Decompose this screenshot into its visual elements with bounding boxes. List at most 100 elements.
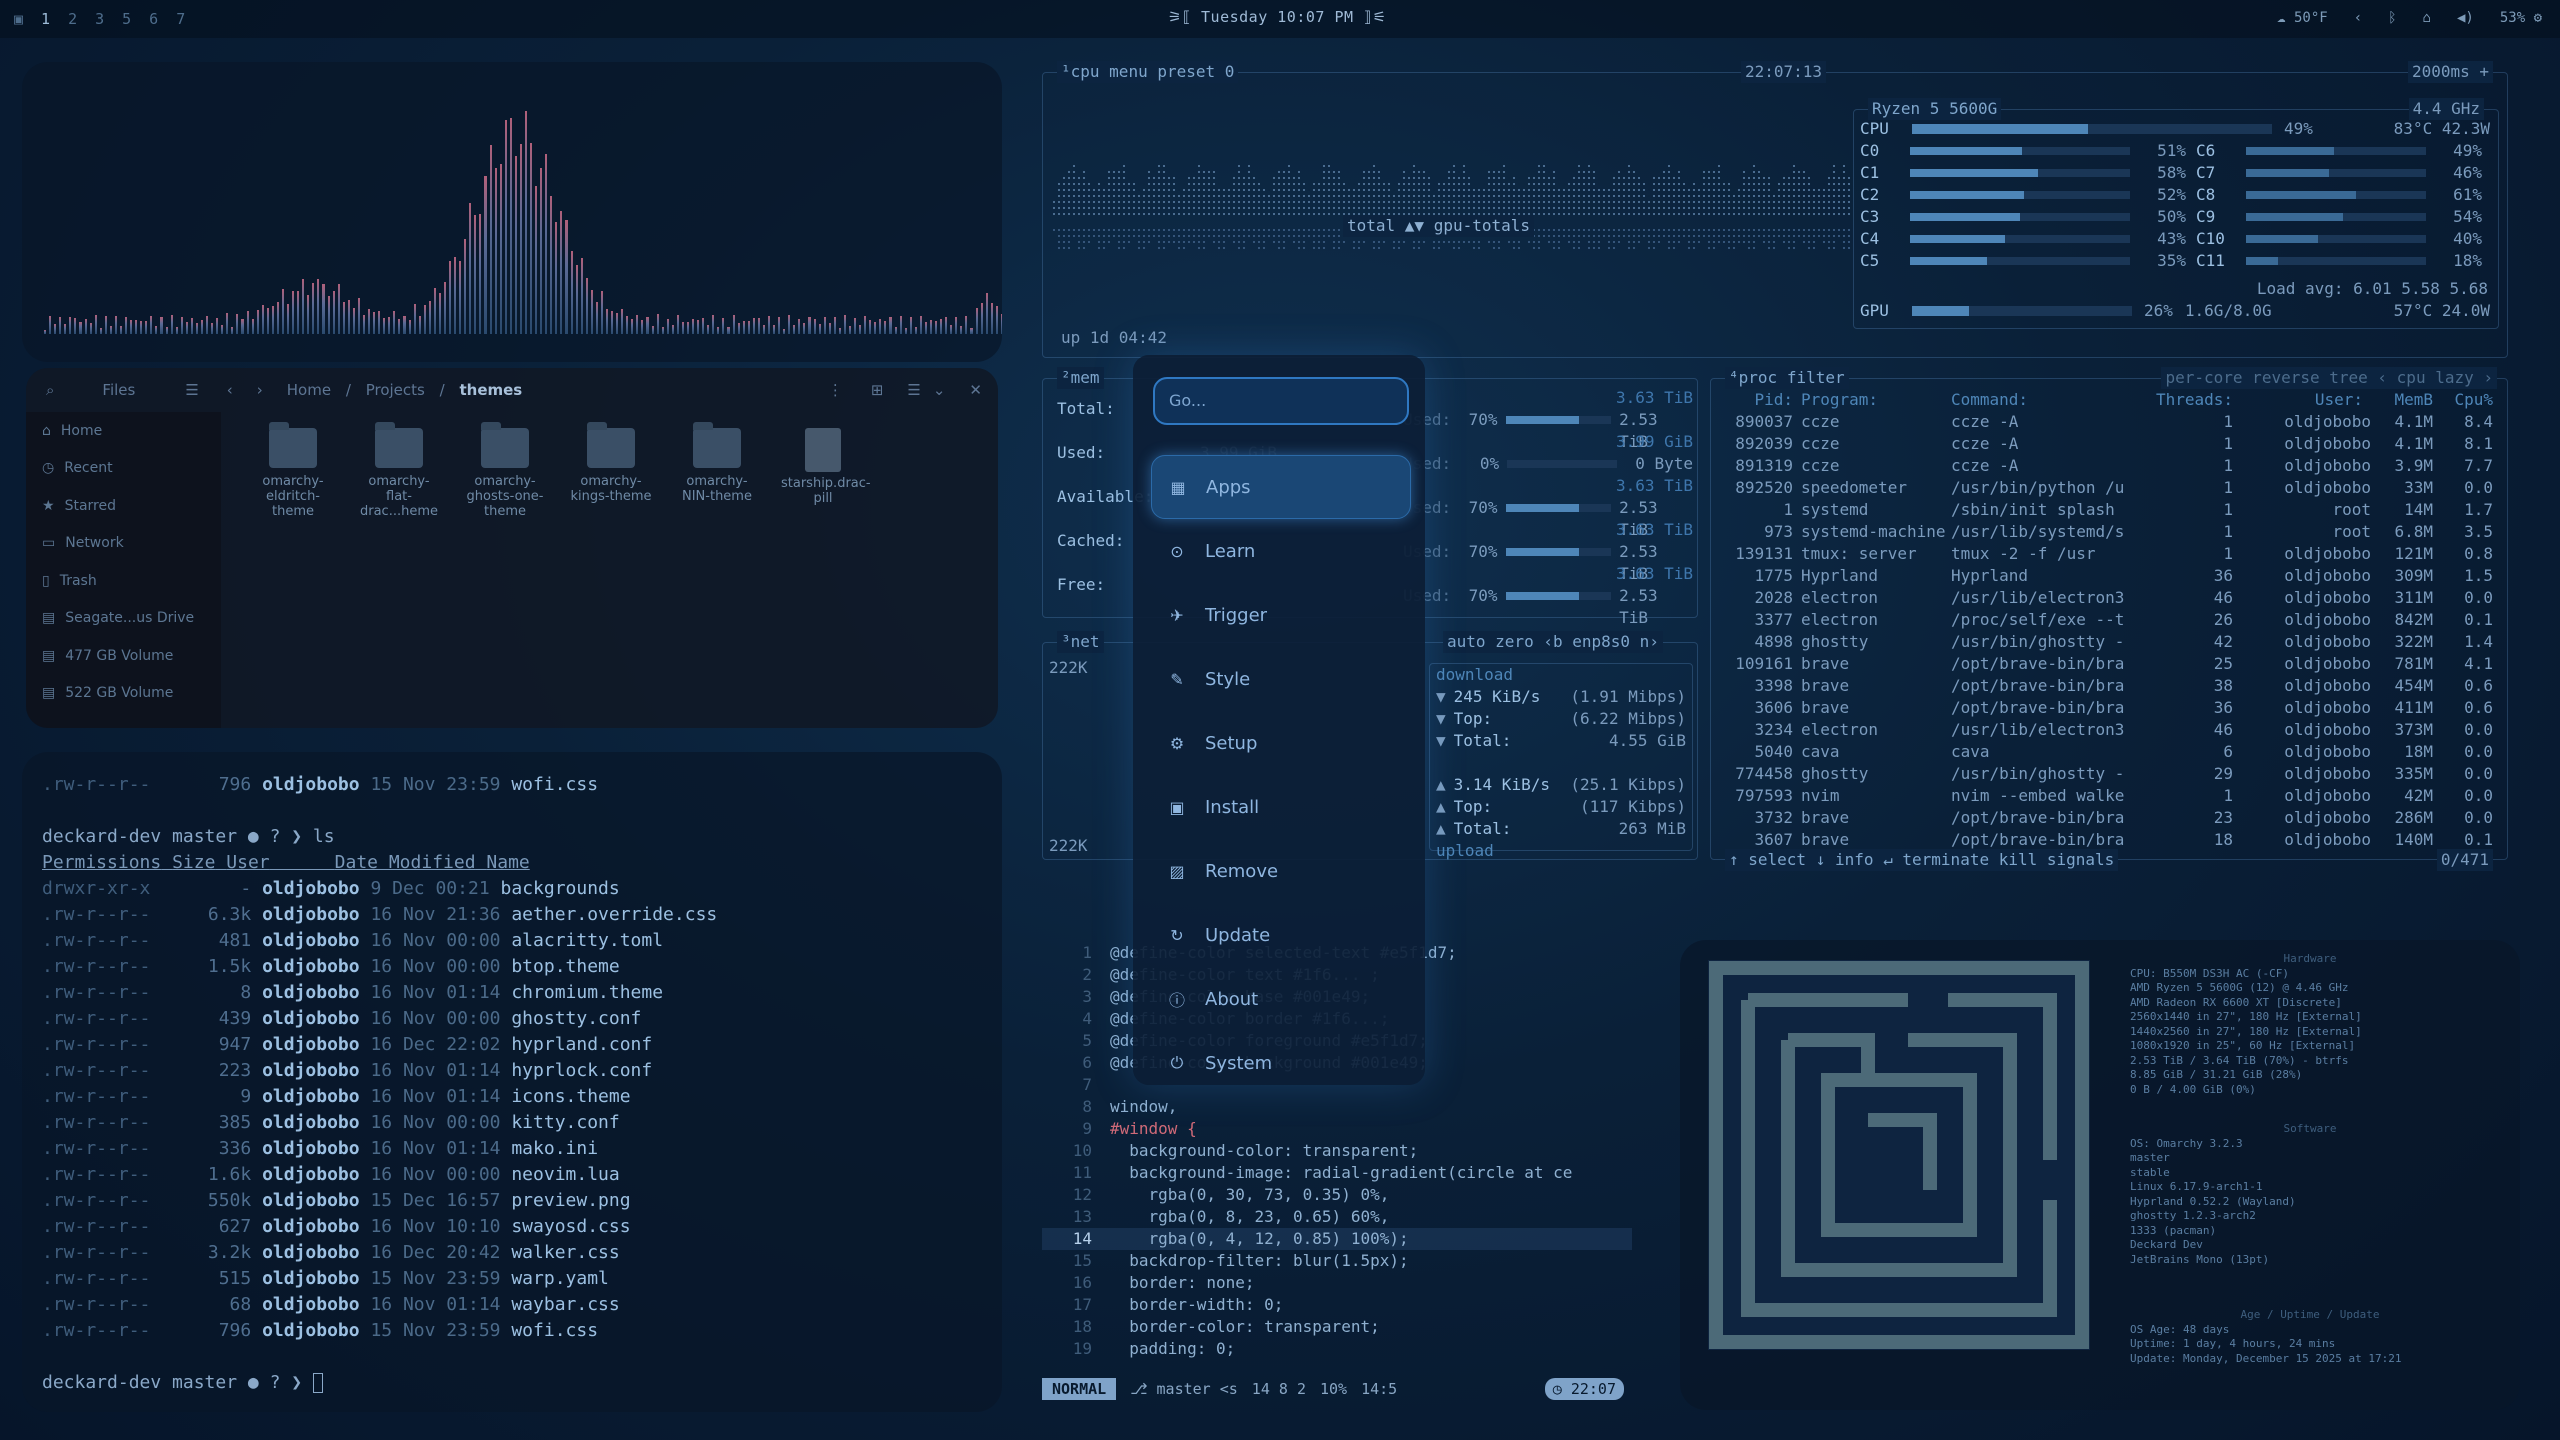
proc-row[interactable]: 109161 brave/opt/brave-bin/bra 25 oldjobobo…: [1721, 653, 2501, 675]
chevron-down-icon[interactable]: ⌄: [933, 381, 946, 399]
network-icon[interactable]: ⌂: [2423, 10, 2431, 26]
file-item[interactable]: omarchy-flat-drac...heme: [357, 422, 441, 519]
workspace-6[interactable]: 6: [149, 10, 158, 28]
launcher-item-trigger[interactable]: ✈ Trigger: [1151, 583, 1411, 647]
proc-row[interactable]: 797593 nvim nvim --embed walke 1 oldjobobo 42…: [1721, 785, 2501, 807]
proc-row[interactable]: 3377 electron/proc/self/exe --t 26 oldjobob…: [1721, 609, 2501, 631]
file-item[interactable]: starship.drac-pill: [781, 428, 871, 519]
proc-column-header[interactable]: Program:: [1801, 389, 1951, 411]
breadcrumb-themes[interactable]: themes: [459, 381, 522, 399]
menu-icon[interactable]: ☰: [185, 381, 198, 399]
code-line: 18 border-color: transparent;: [1042, 1316, 1632, 1338]
visualizer-bar: [555, 222, 558, 334]
launcher-item-install[interactable]: ▣ Install: [1151, 775, 1411, 839]
launcher-item-remove[interactable]: ▨ Remove: [1151, 839, 1411, 903]
launcher-item-update[interactable]: ↻ Update: [1151, 903, 1411, 967]
more-icon[interactable]: ⋮: [828, 381, 843, 399]
sidebar-item-starred[interactable]: ★ Starred: [26, 487, 221, 525]
launcher-item-setup[interactable]: ⚙ Setup: [1151, 711, 1411, 775]
volume-icon[interactable]: ◀): [2457, 10, 2474, 26]
proc-row[interactable]: 3234 electron/usr/lib/electron3 46 oldjobob…: [1721, 719, 2501, 741]
launcher-search-input[interactable]: Go...: [1153, 377, 1409, 425]
line-number: 16: [1072, 1273, 1092, 1292]
proc-row[interactable]: 5040 cava cava 6 oldjobobo 18M 0.0: [1721, 741, 2501, 763]
net-tabs[interactable]: auto zero ‹b enp8s0 n›: [1443, 631, 1663, 653]
cpu-graph-point: [1098, 195, 1100, 197]
proc-row[interactable]: 1 systemd/sbin/init splash 1 root 14M 1.7: [1721, 499, 2501, 521]
launcher-item-system[interactable]: ⏻ System: [1151, 1031, 1411, 1095]
terminal-window[interactable]: .rw-r--r-- 796 oldjobobo 15 Nov 23:59 wo…: [22, 752, 1002, 1412]
workspace-3[interactable]: 3: [95, 10, 104, 28]
cpu-graph-point: [1328, 171, 1330, 173]
interval[interactable]: 2000ms +: [2407, 61, 2493, 83]
cpu-graph-point: [1813, 207, 1815, 209]
menu-tab[interactable]: menu: [1109, 62, 1148, 81]
breadcrumb-projects[interactable]: Projects: [366, 381, 425, 399]
mem-title[interactable]: ²mem: [1057, 367, 1104, 389]
proc-column-header[interactable]: User:: [2241, 389, 2371, 411]
sidebar-item-seagate[interactable]: ▤ Seagate...us Drive: [26, 600, 221, 638]
sidebar-item-home[interactable]: ⌂ Home: [26, 412, 221, 450]
launcher-item-apps[interactable]: ▦ Apps: [1151, 455, 1411, 519]
launcher-item-style[interactable]: ✎ Style: [1151, 647, 1411, 711]
proc-row[interactable]: 891319 ccze ccze -A 1 oldjobobo 3.9M 7.7: [1721, 455, 2501, 477]
proc-row[interactable]: 890037 ccze ccze -A 1 oldjobobo 4.1M 8.4: [1721, 411, 2501, 433]
proc-row[interactable]: 3607 brave/opt/brave-bin/bra 18 oldjobobo 14…: [1721, 829, 2501, 851]
proc-row[interactable]: 139131 tmux: server tmux -2 -f /usr 1 oldjob…: [1721, 543, 2501, 565]
visualizer-bar: [545, 154, 548, 334]
proc-row[interactable]: 774458 ghostty/usr/bin/ghostty -29 oldjobo…: [1721, 763, 2501, 785]
proc-column-header[interactable]: Cpu%: [2441, 389, 2501, 411]
proc-footer[interactable]: ↑ select ↓ info ↵ terminate kill signals: [1725, 849, 2119, 871]
sidebar-item-trash[interactable]: ▯ Trash: [26, 562, 221, 600]
proc-row[interactable]: 3606 brave/opt/brave-bin/bra 36 oldjobobo 41…: [1721, 697, 2501, 719]
workspace-7[interactable]: 7: [176, 10, 185, 28]
workspace-1[interactable]: 1: [41, 10, 50, 28]
proc-tabs[interactable]: per-core reverse tree ‹ cpu lazy ›: [2161, 367, 2497, 389]
forward-icon[interactable]: ›: [257, 381, 263, 399]
launcher-item-learn[interactable]: ⊙ Learn: [1151, 519, 1411, 583]
proc-column-header[interactable]: Pid:: [1721, 389, 1801, 411]
proc-row[interactable]: 892039 ccze ccze -A 1 oldjobobo 4.1M 8.1: [1721, 433, 2501, 455]
close-icon[interactable]: ✕: [969, 381, 982, 399]
file-item[interactable]: omarchy-ghosts-one-theme: [463, 422, 547, 519]
proc-row[interactable]: 3732 brave/opt/brave-bin/bra 23 oldjobobo 28…: [1721, 807, 2501, 829]
back-icon[interactable]: ‹: [227, 381, 233, 399]
view-list-icon[interactable]: ☰: [907, 381, 920, 399]
proc-row[interactable]: 973 systemd-machine/usr/lib/systemd/s 1 roo…: [1721, 521, 2501, 543]
sidebar-item-recent[interactable]: ◷ Recent: [26, 450, 221, 488]
sidebar-item-network[interactable]: ▭ Network: [26, 525, 221, 563]
gpu-graph-point: [1138, 241, 1140, 243]
file-item[interactable]: omarchy-eldritch-theme: [251, 422, 335, 519]
clock[interactable]: ⚞⟦ Tuesday 10:07 PM ⟧⚟: [1168, 8, 1387, 26]
launcher-item-about[interactable]: ⓘ About: [1151, 967, 1411, 1031]
battery[interactable]: 53% ⚙: [2500, 10, 2542, 26]
new-folder-icon[interactable]: ⊞: [871, 381, 884, 399]
weather[interactable]: ☁ 50°F: [2277, 10, 2328, 26]
proc-title[interactable]: ⁴proc: [1729, 368, 1777, 387]
workspace-5[interactable]: 5: [122, 10, 131, 28]
bluetooth-icon[interactable]: ᛒ: [2388, 10, 2396, 26]
proc-filter[interactable]: filter: [1787, 368, 1845, 387]
proc-column-header[interactable]: MemB: [2371, 389, 2441, 411]
proc-row[interactable]: 3398 brave/opt/brave-bin/bra 38 oldjobobo 45…: [1721, 675, 2501, 697]
cpu-tab[interactable]: ¹cpu: [1061, 62, 1100, 81]
proc-row[interactable]: 2028 electron/usr/lib/electron3 46 oldjobob…: [1721, 587, 2501, 609]
file-item[interactable]: omarchy-NIN-theme: [675, 422, 759, 519]
app-menu-icon[interactable]: ▣: [14, 10, 23, 28]
proc-row[interactable]: 1775 Hyprland Hyprland 36 oldjobobo 309M 1.5: [1721, 565, 2501, 587]
sidebar-item-volume-522[interactable]: ▤ 522 GB Volume: [26, 675, 221, 713]
net-title[interactable]: ³net: [1057, 631, 1104, 653]
sidebar-item-volume-477[interactable]: ▤ 477 GB Volume: [26, 637, 221, 675]
preset-tab[interactable]: preset 0: [1157, 62, 1234, 81]
search-icon[interactable]: ⌕: [46, 381, 54, 399]
cpu-graph-point: [1338, 207, 1340, 209]
cpu-graph-point: [1158, 171, 1160, 173]
proc-row[interactable]: 4898 ghostty/usr/bin/ghostty -42 oldjobobo…: [1721, 631, 2501, 653]
file-item[interactable]: omarchy-kings-theme: [569, 422, 653, 519]
proc-column-header[interactable]: Threads:: [2151, 389, 2241, 411]
breadcrumb-home[interactable]: Home: [287, 381, 331, 399]
proc-row[interactable]: 892520 speedometer/usr/bin/python /u 1 oldj…: [1721, 477, 2501, 499]
workspace-2[interactable]: 2: [68, 10, 77, 28]
proc-column-header[interactable]: Command:: [1951, 389, 2151, 411]
chevron-left-icon[interactable]: ‹: [2354, 10, 2362, 26]
